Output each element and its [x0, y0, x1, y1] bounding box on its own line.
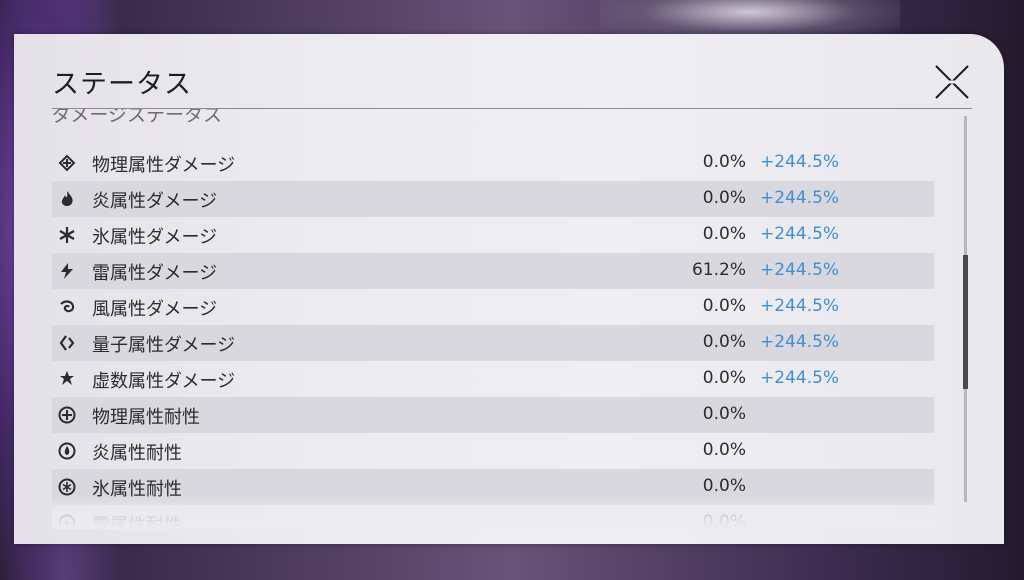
stat-label: 物理属性ダメージ [92, 155, 236, 176]
stat-value: 0.0% [702, 224, 746, 244]
lightning-res-icon [58, 514, 76, 529]
scrollbar-track[interactable] [963, 116, 968, 502]
fire-res-icon [58, 442, 76, 460]
stat-bonus: +244.5% [760, 152, 840, 172]
stat-value: 0.0% [702, 404, 746, 424]
stat-row: 雷属性ダメージ 61.2% +244.5% [52, 253, 934, 289]
panel-title: ステータス [52, 69, 192, 100]
stat-label: 氷属性ダメージ [92, 227, 218, 248]
physical-dmg-icon [58, 154, 76, 172]
stat-row: 炎属性耐性 0.0% [52, 433, 934, 469]
stat-row: 雷属性耐性 0.0% [52, 505, 934, 529]
stat-label: 風属性ダメージ [92, 299, 218, 320]
stat-value: 0.0% [702, 476, 746, 496]
stat-row: 風属性ダメージ 0.0% +244.5% [52, 289, 934, 325]
ice-res-icon [58, 478, 76, 496]
quantum-dmg-icon [59, 335, 75, 351]
stat-row: 炎属性ダメージ 0.0% +244.5% [52, 181, 934, 217]
stat-bonus: +244.5% [760, 296, 840, 316]
stat-row: 物理属性耐性 0.0% [52, 397, 934, 433]
lightning-dmg-icon [61, 263, 73, 279]
wind-dmg-icon [60, 300, 75, 313]
stat-label: 虚数属性ダメージ [92, 371, 236, 392]
stat-label: 炎属性耐性 [92, 443, 182, 464]
stat-label: 雷属性耐性 [92, 515, 182, 529]
stat-row: 物理属性ダメージ 0.0% +244.5% [52, 145, 934, 181]
stat-label: 量子属性ダメージ [92, 335, 236, 356]
stat-label: 物理属性耐性 [92, 407, 200, 428]
stat-bonus: +244.5% [760, 332, 840, 352]
status-panel: ステータス ダメージステータス 物理属性ダメージ 0.0% +244.5% 炎属性ダメ… [14, 34, 1004, 544]
physical-res-icon [58, 406, 76, 424]
stat-value: 0.0% [702, 512, 746, 529]
stat-value: 0.0% [702, 188, 746, 208]
scrollbar-thumb[interactable] [963, 255, 968, 389]
imaginary-dmg-icon [60, 371, 74, 385]
close-icon[interactable] [932, 62, 972, 102]
stat-bonus: +244.5% [760, 260, 840, 280]
stat-row: 氷属性ダメージ 0.0% +244.5% [52, 217, 934, 253]
stat-value: 0.0% [702, 332, 746, 352]
fire-dmg-icon [61, 191, 73, 206]
stat-value: 0.0% [702, 368, 746, 388]
section-title: ダメージステータス [52, 109, 223, 126]
stat-row: 氷属性耐性 0.0% [52, 469, 934, 505]
stat-row: 虚数属性ダメージ 0.0% +244.5% [52, 361, 934, 397]
stat-label: 雷属性ダメージ [92, 263, 218, 284]
stat-value: 0.0% [702, 296, 746, 316]
stat-label: 炎属性ダメージ [92, 191, 218, 212]
stat-bonus: +244.5% [760, 188, 840, 208]
ice-dmg-icon [59, 227, 75, 243]
stat-value: 0.0% [702, 440, 746, 460]
status-list[interactable]: ダメージステータス 物理属性ダメージ 0.0% +244.5% 炎属性ダメージ 0.0%… [52, 109, 942, 529]
stat-value: 61.2% [691, 260, 746, 280]
stat-value: 0.0% [702, 152, 746, 172]
stat-row: 量子属性ダメージ 0.0% +244.5% [52, 325, 934, 361]
stat-bonus: +244.5% [760, 368, 840, 388]
stat-label: 氷属性耐性 [92, 479, 182, 500]
stat-bonus: +244.5% [760, 224, 840, 244]
